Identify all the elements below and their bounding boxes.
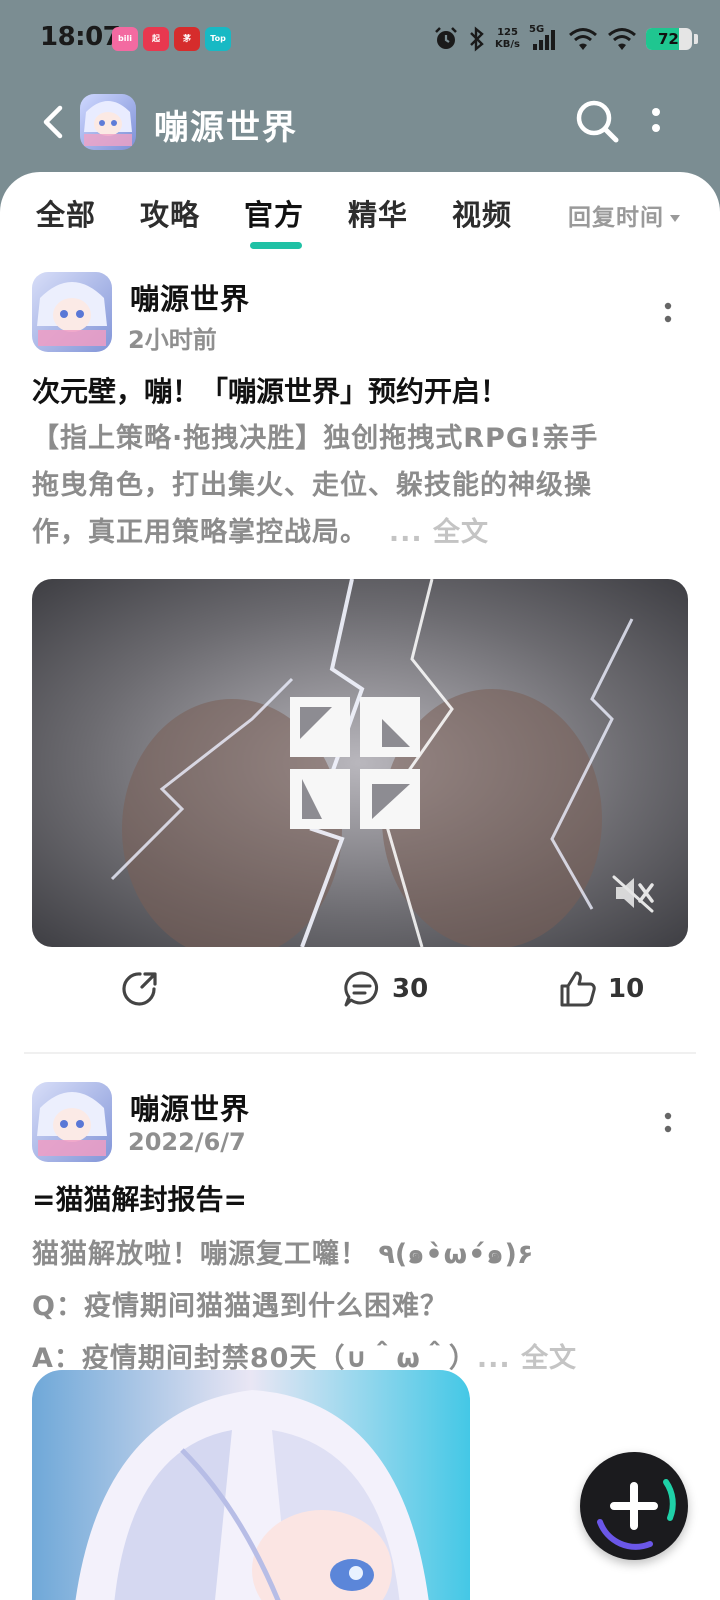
- mute-icon[interactable]: [612, 873, 656, 913]
- plus-icon: [597, 1479, 676, 1550]
- wifi-icon: [569, 28, 597, 50]
- alarm-icon: [435, 27, 457, 49]
- tab-guides[interactable]: 攻略: [140, 192, 200, 234]
- like-button[interactable]: 10: [558, 964, 644, 1014]
- tab-featured[interactable]: 精华: [348, 192, 408, 234]
- post-time: 2022/6/7: [128, 1128, 246, 1156]
- page-title: 嘣源世界: [154, 108, 298, 148]
- status-bar: 18:07 bili 起 茅 Top 125 KB/s 5G 72: [0, 0, 720, 80]
- post-time: 2小时前: [128, 326, 217, 354]
- wifi-icon-secondary: [608, 28, 636, 50]
- comment-button[interactable]: 30: [342, 964, 428, 1014]
- status-time: 18:07: [40, 22, 121, 52]
- post-body-line: 【指上策略·拖拽决胜】独创拖拽式RPG!亲手: [32, 423, 599, 454]
- post-body: 猫猫解放啦！嘣源复工囖！ ٩(๑•̀ω•́๑)۶ Q：疫情期间猫猫遇到什么困难？…: [32, 1229, 692, 1385]
- net-speed: 125 KB/s: [495, 27, 520, 50]
- post-more-icon[interactable]: [660, 1108, 676, 1138]
- tab-all[interactable]: 全部: [36, 192, 96, 234]
- game-avatar[interactable]: [80, 94, 136, 150]
- ellipsis: ...: [476, 1343, 511, 1374]
- maotai-notification-icon: 茅: [174, 27, 200, 51]
- post-card[interactable]: 嘣源世界 2小时前 次元壁，嘣！「嘣源世界」预约开启！ 【指上策略·拖拽决胜】独…: [0, 272, 720, 1172]
- tab-official[interactable]: 官方: [244, 192, 304, 234]
- caret-down-icon: [670, 215, 680, 222]
- full-text-link[interactable]: 全文: [521, 1343, 577, 1374]
- full-text-link[interactable]: 全文: [433, 517, 489, 548]
- share-icon: [122, 972, 157, 1006]
- sort-label: 回复时间: [568, 205, 664, 231]
- like-count: 10: [608, 974, 645, 1004]
- search-icon[interactable]: [574, 98, 620, 146]
- post-title: =猫猫解封报告=: [32, 1183, 247, 1216]
- comment-count: 30: [392, 974, 429, 1004]
- back-icon[interactable]: [36, 100, 72, 144]
- ellipsis: ...: [388, 517, 423, 548]
- post-body-line: 作，真正用策略掌控战局。 ... 全文: [32, 517, 489, 548]
- post-image[interactable]: [32, 1370, 470, 1600]
- top-notification-icon: Top: [205, 27, 231, 51]
- battery-icon: 72: [646, 28, 692, 50]
- post-title: 次元壁，嘣！「嘣源世界」预约开启！: [32, 375, 509, 408]
- active-tab-indicator: [250, 242, 302, 249]
- sort-dropdown[interactable]: 回复时间: [568, 198, 680, 232]
- post-more-icon[interactable]: [660, 298, 676, 328]
- battery-percent: 72: [658, 30, 679, 48]
- thumbs-up-icon: [560, 971, 596, 1007]
- tab-videos[interactable]: 视频: [452, 192, 512, 234]
- comment-icon: [344, 971, 378, 1007]
- status-icons: 125 KB/s 5G 72: [433, 22, 698, 56]
- create-post-button[interactable]: [580, 1452, 688, 1560]
- post-body-line: Q：疫情期间猫猫遇到什么困难？: [32, 1291, 448, 1322]
- author-name[interactable]: 嘣源世界: [130, 1086, 250, 1128]
- bilibili-notification-icon: bili: [112, 27, 138, 51]
- post-body-line: 猫猫解放啦！嘣源复工囖！ ٩(๑•̀ω•́๑)۶: [32, 1239, 534, 1270]
- tab-bar: 全部 攻略 官方 精华 视频 回复时间: [0, 192, 720, 252]
- cell-signal-icon: 5G: [529, 24, 559, 52]
- author-name[interactable]: 嘣源世界: [130, 276, 250, 318]
- bluetooth-icon: [470, 26, 484, 52]
- battery-tip: [694, 34, 698, 44]
- post-actions: 30 10: [0, 964, 720, 1014]
- post-divider: [24, 1052, 696, 1054]
- qidian-notification-icon: 起: [143, 27, 169, 51]
- share-button[interactable]: [120, 964, 160, 1014]
- post-video[interactable]: [32, 579, 688, 947]
- author-avatar[interactable]: [32, 272, 112, 352]
- app-header: 嘣源世界: [0, 86, 720, 164]
- post-body-line: 拖曳角色，打出集火、走位、躲技能的神级操: [32, 470, 592, 501]
- post-body: 【指上策略·拖拽决胜】独创拖拽式RPG!亲手 拖曳角色，打出集火、走位、躲技能的…: [32, 415, 692, 556]
- author-avatar[interactable]: [32, 1082, 112, 1162]
- more-options-icon[interactable]: [648, 102, 664, 142]
- app-screen: 18:07 bili 起 茅 Top 125 KB/s 5G 72 嘣源世界 全…: [0, 0, 720, 1600]
- content-sheet: 全部 攻略 官方 精华 视频 回复时间 嘣源世界 2小时前 次元壁，嘣！「嘣源世…: [0, 172, 720, 1600]
